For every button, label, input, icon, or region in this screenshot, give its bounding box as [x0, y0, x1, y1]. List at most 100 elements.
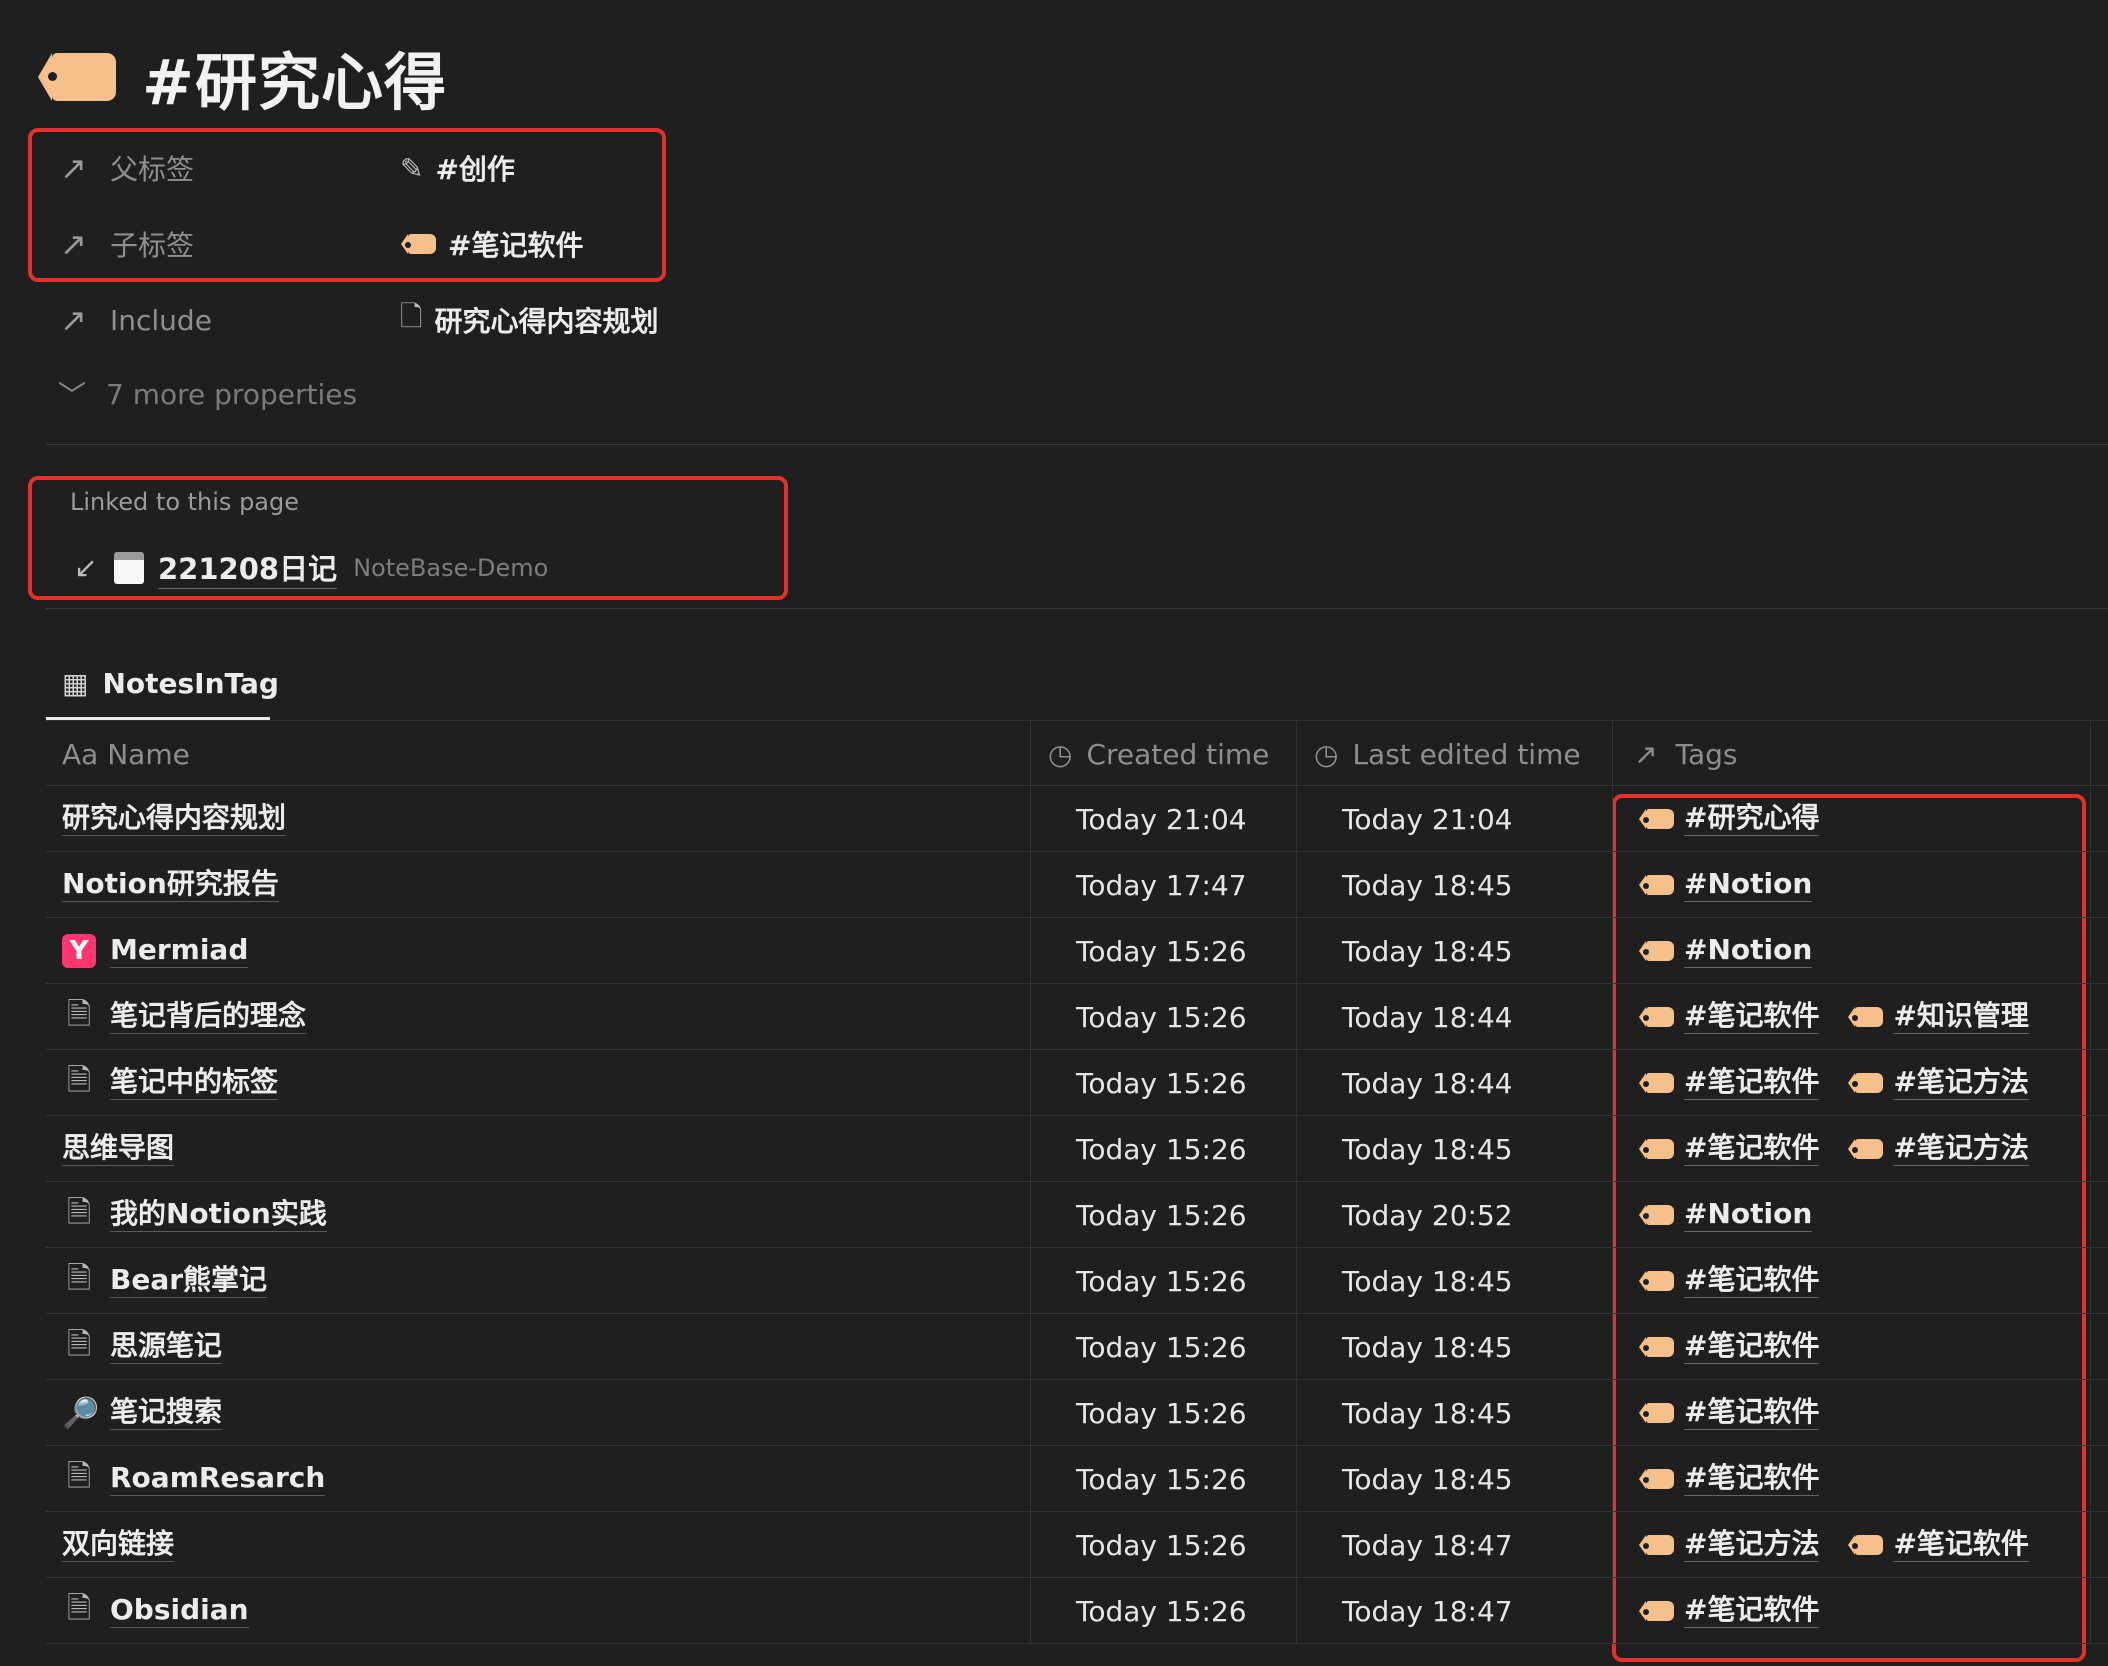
column-divider — [2090, 1314, 2091, 1380]
tag-label: #笔记软件 — [1684, 1329, 1820, 1364]
tag-chip[interactable]: #Notion — [1638, 868, 1813, 902]
tag-chip[interactable]: #笔记方法 — [1847, 1132, 2029, 1166]
name-cell[interactable]: 🗎 笔记中的标签 — [62, 1050, 279, 1116]
tag-icon[interactable] — [38, 53, 116, 101]
tag-icon — [1639, 1403, 1674, 1423]
column-divider — [2090, 984, 2091, 1050]
property-label: Include — [110, 303, 212, 337]
table-row[interactable]: 🗎 Bear熊掌记 Today 15:26 Today 18:45 #笔记软件 — [46, 1248, 2108, 1314]
row-title[interactable]: Obsidian — [110, 1594, 249, 1628]
property-value[interactable]: 🗋 研究心得内容规划 — [400, 296, 659, 344]
tag-chip[interactable]: #笔记软件 — [1847, 1528, 2029, 1562]
tag-chip[interactable]: #笔记软件 — [1638, 1462, 1820, 1496]
tag-chip[interactable]: #Notion — [1638, 1197, 1813, 1232]
tag-chip[interactable]: #笔记方法 — [1638, 1528, 1820, 1562]
table-row[interactable]: 思维导图 Today 15:26 Today 18:45 #笔记软件 #笔记方法 — [46, 1116, 2108, 1182]
row-title[interactable]: Notion研究报告 — [62, 868, 279, 902]
table-row[interactable]: 🗎 Obsidian Today 15:26 Today 18:47 #笔记软件 — [46, 1578, 2108, 1644]
row-title[interactable]: Bear熊掌记 — [110, 1264, 268, 1298]
row-title[interactable]: 双向链接 — [62, 1528, 175, 1562]
column-header-created[interactable]: ◷ Created time — [1048, 721, 1269, 787]
tag-label: #Notion — [1684, 1197, 1813, 1232]
tag-icon — [1639, 875, 1674, 895]
tags-cell[interactable]: #笔记软件 #知识管理 — [1638, 984, 2057, 1050]
column-divider — [2090, 786, 2091, 852]
property-include[interactable]: ↗ Include 🗋 研究心得内容规划 — [60, 292, 659, 348]
row-title[interactable]: 研究心得内容规划 — [62, 802, 287, 836]
tags-cell[interactable]: #笔记软件 — [1638, 1446, 1847, 1512]
column-header-label: Created time — [1086, 737, 1270, 771]
tags-cell[interactable]: #Notion — [1638, 1182, 1840, 1248]
table-row[interactable]: 研究心得内容规划 Today 21:04 Today 21:04 #研究心得 — [46, 786, 2108, 852]
row-title[interactable]: 思源笔记 — [110, 1330, 223, 1364]
page-title[interactable]: #研究心得 — [142, 32, 447, 122]
tag-chip[interactable]: #笔记软件 — [1638, 1264, 1820, 1298]
row-title[interactable]: Mermiad — [110, 934, 249, 968]
name-cell[interactable]: 思维导图 — [62, 1116, 175, 1182]
more-properties-toggle[interactable]: ﹀ 7 more properties — [58, 374, 357, 414]
edited-time-cell: Today 20:52 — [1342, 1198, 1513, 1232]
tag-chip[interactable]: #笔记软件 — [1638, 1594, 1820, 1628]
tag-chip[interactable]: #笔记软件 — [1638, 1132, 1820, 1166]
tags-cell[interactable]: #研究心得 — [1638, 786, 1847, 852]
tags-cell[interactable]: #笔记方法 #笔记软件 — [1638, 1512, 2057, 1578]
tag-chip[interactable]: #知识管理 — [1847, 999, 2029, 1034]
name-cell[interactable]: 🗎 我的Notion实践 — [62, 1182, 327, 1248]
table-row[interactable]: 双向链接 Today 15:26 Today 18:47 #笔记方法 #笔记软件 — [46, 1512, 2108, 1578]
name-cell[interactable]: 🗎 笔记背后的理念 — [62, 984, 307, 1050]
tag-chip[interactable]: #笔记软件 — [1638, 1396, 1820, 1430]
row-title[interactable]: 笔记搜索 — [110, 1396, 223, 1430]
name-cell[interactable]: 双向链接 — [62, 1512, 175, 1578]
table-row[interactable]: Notion研究报告 Today 17:47 Today 18:45 #Notion — [46, 852, 2108, 918]
table-row[interactable]: 🗎 我的Notion实践 Today 15:26 Today 20:52 #Notion — [46, 1182, 2108, 1248]
tag-chip[interactable]: #Notion — [1638, 934, 1813, 968]
column-header-name[interactable]: Aa Name — [62, 721, 190, 787]
tag-chip[interactable]: #笔记软件 — [1638, 1066, 1820, 1100]
table-row[interactable]: 🗎 笔记中的标签 Today 15:26 Today 18:44 #笔记软件 #笔记方法 — [46, 1050, 2108, 1116]
name-cell[interactable]: Y Mermiad — [62, 918, 249, 984]
relation-link[interactable]: 研究心得内容规划 — [435, 300, 659, 340]
tags-cell[interactable]: #笔记软件 — [1638, 1578, 1847, 1644]
tags-cell[interactable]: #笔记软件 #笔记方法 — [1638, 1116, 2057, 1182]
name-cell[interactable]: 研究心得内容规划 — [62, 786, 287, 852]
column-header-edited[interactable]: ◷ Last edited time — [1314, 721, 1581, 787]
table-row[interactable]: 🗎 RoamResarch Today 15:26 Today 18:45 #笔记软件 — [46, 1446, 2108, 1512]
name-cell[interactable]: Notion研究报告 — [62, 852, 279, 918]
divider — [46, 608, 2108, 609]
name-cell[interactable]: 🔎 笔记搜索 — [62, 1380, 223, 1446]
name-cell[interactable]: 🗎 思源笔记 — [62, 1314, 223, 1380]
name-cell[interactable]: 🗎 Obsidian — [62, 1578, 249, 1644]
row-title[interactable]: 笔记背后的理念 — [110, 1000, 307, 1034]
row-title[interactable]: 我的Notion实践 — [110, 1198, 327, 1232]
tags-cell[interactable]: #笔记软件 — [1638, 1380, 1847, 1446]
name-cell[interactable]: 🗎 RoamResarch — [62, 1446, 326, 1512]
column-divider — [2090, 1248, 2091, 1314]
tag-chip[interactable]: #笔记软件 — [1638, 1329, 1820, 1364]
tag-chip[interactable]: #笔记软件 — [1638, 1000, 1820, 1034]
column-divider — [1612, 918, 1613, 984]
tag-label: #笔记方法 — [1893, 1065, 2029, 1100]
column-header-tags[interactable]: ↗ Tags — [1634, 721, 1737, 787]
row-title[interactable]: RoamResarch — [110, 1462, 326, 1496]
tags-cell[interactable]: #笔记软件 — [1638, 1314, 1847, 1380]
tags-cell[interactable]: #笔记软件 #笔记方法 — [1638, 1050, 2057, 1116]
tag-chip[interactable]: #笔记方法 — [1847, 1065, 2029, 1100]
column-divider — [1030, 786, 1031, 852]
table-row[interactable]: Y Mermiad Today 15:26 Today 18:45 #Notion — [46, 918, 2108, 984]
name-cell[interactable]: 🗎 Bear熊掌记 — [62, 1248, 268, 1314]
chevron-down-icon: ﹀ — [58, 379, 87, 412]
tab-notesintag[interactable]: ▦ NotesInTag — [46, 650, 279, 720]
column-divider — [1612, 1314, 1613, 1380]
table-row[interactable]: 🔎 笔记搜索 Today 15:26 Today 18:45 #笔记软件 — [46, 1380, 2108, 1446]
tags-cell[interactable]: #笔记软件 — [1638, 1248, 1847, 1314]
tag-label: #知识管理 — [1893, 999, 2029, 1034]
table-row[interactable]: 🗎 思源笔记 Today 15:26 Today 18:45 #笔记软件 — [46, 1314, 2108, 1380]
column-divider — [1030, 1116, 1031, 1182]
tags-cell[interactable]: #Notion — [1638, 918, 1840, 984]
table-row[interactable]: 🗎 笔记背后的理念 Today 15:26 Today 18:44 #笔记软件 #知识管理 — [46, 984, 2108, 1050]
tag-chip[interactable]: #研究心得 — [1638, 802, 1820, 836]
row-title[interactable]: 笔记中的标签 — [110, 1066, 279, 1100]
column-divider — [1030, 1380, 1031, 1446]
tags-cell[interactable]: #Notion — [1638, 852, 1840, 918]
row-title[interactable]: 思维导图 — [62, 1132, 175, 1166]
